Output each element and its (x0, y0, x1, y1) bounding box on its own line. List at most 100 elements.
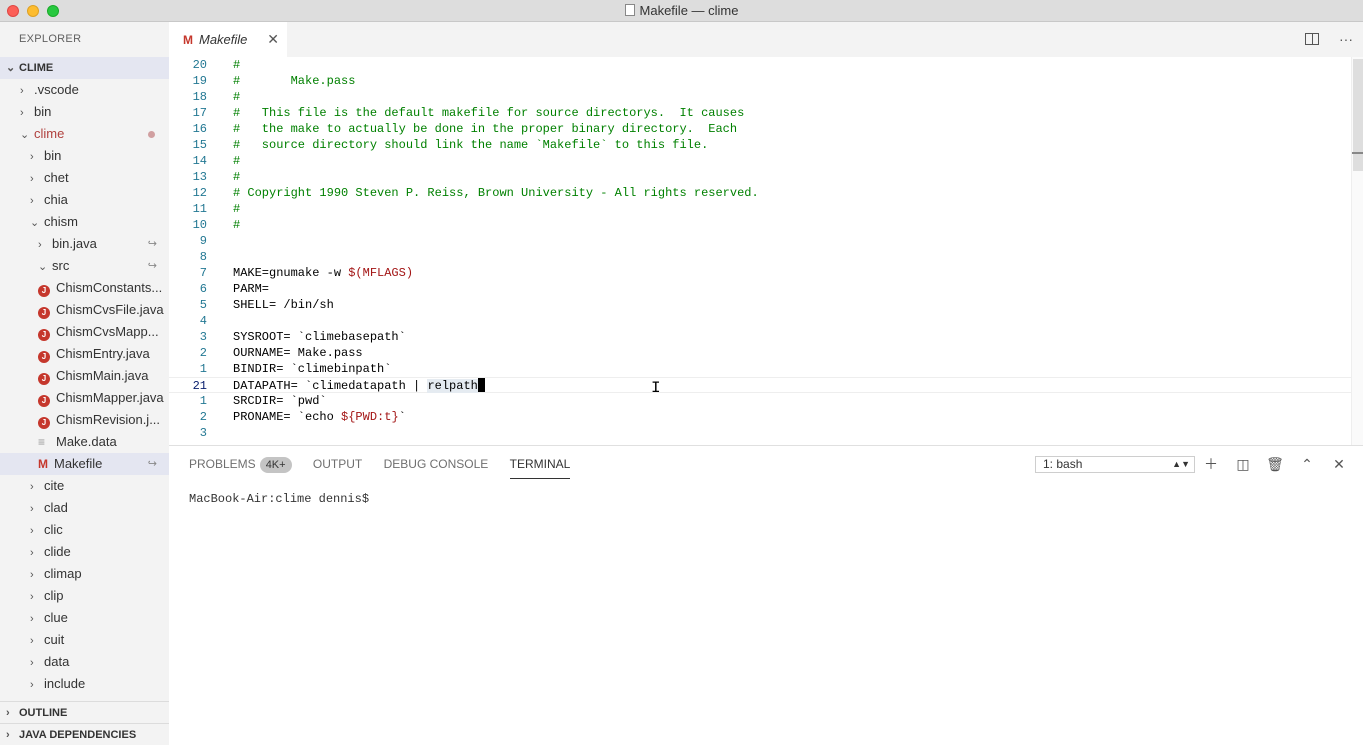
code-line[interactable]: 3 SYSROOT= `climebasepath` (169, 329, 1363, 345)
line-number: 4 (199, 314, 207, 328)
split-terminal-icon[interactable]: ◫ (1227, 446, 1259, 482)
code-line[interactable]: 11 # (169, 201, 1363, 217)
code-line[interactable]: 1 BINDIR= `climebinpath` (169, 361, 1363, 377)
code-line[interactable]: 6 PARM= (169, 281, 1363, 297)
tree-item[interactable]: › data (0, 651, 169, 673)
makefile-icon: M (183, 33, 193, 47)
tree-item[interactable]: › chet (0, 167, 169, 189)
highlighted-word: relpath (427, 379, 478, 393)
tree-item[interactable]: › chia (0, 189, 169, 211)
editor-scrollbar[interactable] (1351, 57, 1363, 445)
tree-item[interactable]: › .vscode (0, 79, 169, 101)
scrollbar-thumb[interactable] (1353, 59, 1363, 171)
tree-item[interactable]: › bin.java ↪ (0, 233, 169, 255)
code-line[interactable]: 7 MAKE=gnumake -w $(MFLAGS) (169, 265, 1363, 281)
code-line[interactable]: 1 SRCDIR= `pwd` (169, 393, 1363, 409)
line-number: 3 (199, 426, 207, 440)
tree-item[interactable]: M Makefile ↪ (0, 453, 169, 475)
tree-item[interactable]: J ChismCvsMapp... (0, 321, 169, 343)
code-line[interactable]: 19 # Make.pass (169, 73, 1363, 89)
outline-section[interactable]: › OUTLINE (0, 701, 169, 723)
tree-item[interactable]: › cuit (0, 629, 169, 651)
code-line[interactable]: 18 # (169, 89, 1363, 105)
code-line[interactable]: 20 # (169, 57, 1363, 73)
line-number: 2 (199, 346, 207, 360)
chevron-right-icon: › (30, 481, 34, 493)
code-line[interactable]: 17 # This file is the default makefile fo… (169, 105, 1363, 121)
tree-item[interactable]: J ChismConstants... (0, 277, 169, 299)
line-text: OURNAME= Make.pass (233, 345, 363, 361)
chevron-right-icon: › (30, 569, 34, 581)
tree-item[interactable]: J ChismCvsFile.java (0, 299, 169, 321)
code-line[interactable]: 21 DATAPATH= `climedatapath | relpath (169, 377, 1363, 393)
java-file-icon: J (38, 395, 50, 407)
tree-item[interactable]: › cite (0, 475, 169, 497)
line-text: SYSROOT= `climebasepath` (233, 329, 406, 345)
workspace-root-section[interactable]: ⌄ CLIME (0, 57, 169, 79)
line-text: # This file is the default makefile for … (233, 105, 744, 121)
terminal-output[interactable]: MacBook-Air:clime dennis$ (189, 492, 369, 506)
tree-item-label: ChismRevision.j... (56, 412, 161, 427)
tab-debug-console[interactable]: DEBUG CONSOLE (384, 446, 489, 482)
close-tab-icon[interactable]: ✕ (267, 22, 279, 57)
tree-item[interactable]: › clic (0, 519, 169, 541)
tab-terminal[interactable]: TERMINAL (509, 446, 570, 482)
tree-item-label: Makefile (54, 456, 103, 471)
code-text: SRCDIR= `pwd` (233, 394, 327, 408)
tree-item[interactable]: › clue (0, 607, 169, 629)
tree-item[interactable]: › bin (0, 101, 169, 123)
java-dependencies-section[interactable]: › JAVA DEPENDENCIES (0, 723, 169, 745)
line-number: 21 (192, 379, 207, 393)
tree-item[interactable]: › bin (0, 145, 169, 167)
line-number: 9 (199, 234, 207, 248)
code-line[interactable]: 9 (169, 233, 1363, 249)
tree-item[interactable]: J ChismMapper.java (0, 387, 169, 409)
code-editor[interactable]: 20 #19 # Make.pass 18 #17 # This file is the … (169, 57, 1363, 445)
tree-item[interactable]: ≡ Make.data (0, 431, 169, 453)
tree-item[interactable]: › climap (0, 563, 169, 585)
code-line[interactable]: 10 # (169, 217, 1363, 233)
tree-item[interactable]: ⌄ src ↪ (0, 255, 169, 277)
chevron-right-icon: › (6, 707, 10, 719)
tab-output[interactable]: OUTPUT (313, 446, 362, 482)
tree-item[interactable]: › clip (0, 585, 169, 607)
tree-item[interactable]: J ChismMain.java (0, 365, 169, 387)
maximize-panel-icon[interactable]: ⌃ (1291, 446, 1323, 482)
code-text: MAKE=gnumake -w (233, 266, 349, 280)
code-line[interactable]: 13 # (169, 169, 1363, 185)
tree-item[interactable]: J ChismRevision.j... (0, 409, 169, 431)
close-panel-icon[interactable]: ✕ (1323, 446, 1355, 482)
code-line[interactable]: 3 (169, 425, 1363, 441)
tree-item[interactable]: › clide (0, 541, 169, 563)
split-editor-icon[interactable] (1305, 33, 1320, 45)
tree-item[interactable]: › include (0, 673, 169, 695)
tree-item[interactable]: › clad (0, 497, 169, 519)
code-line[interactable]: 16 # the make to actually be done in the … (169, 121, 1363, 137)
code-line[interactable]: 4 (169, 313, 1363, 329)
tab-makefile[interactable]: M Makefile ✕ (169, 22, 287, 57)
explorer-sidebar: EXPLORER ⌄ CLIME › .vscode › bin ⌄ clime › bin › c… (0, 22, 169, 745)
tab-problems[interactable]: PROBLEMS 4K+ (189, 446, 292, 482)
code-line[interactable]: 15 # source directory should link the nam… (169, 137, 1363, 153)
tree-item-label: clic (44, 522, 63, 537)
tree-item[interactable]: ⌄ chism (0, 211, 169, 233)
java-file-icon: J (38, 285, 50, 297)
code-line[interactable]: 5 SHELL= /bin/sh (169, 297, 1363, 313)
tree-item[interactable]: ⌄ clime (0, 123, 169, 145)
code-line[interactable]: 2 OURNAME= Make.pass (169, 345, 1363, 361)
code-line[interactable]: 12 # Copyright 1990 Steven P. Reiss, Brow… (169, 185, 1363, 201)
trash-icon[interactable]: 🗑 (1259, 446, 1291, 482)
terminal-select[interactable]: 1: bash ▲▼ (1035, 456, 1195, 473)
new-terminal-icon[interactable]: ＋ (1195, 446, 1227, 482)
line-number: 11 (192, 202, 207, 216)
java-file-icon: J (38, 307, 50, 319)
tree-item-label: ChismMain.java (56, 368, 149, 383)
code-line[interactable]: 14 # (169, 153, 1363, 169)
java-file-icon: J (38, 351, 50, 363)
tree-item[interactable]: J ChismEntry.java (0, 343, 169, 365)
code-text: # (233, 218, 241, 232)
code-line[interactable]: 8 (169, 249, 1363, 265)
more-actions-icon[interactable]: ··· (1339, 31, 1353, 47)
line-text: # Make.pass (233, 73, 355, 89)
code-line[interactable]: 2 PRONAME= `echo ${PWD:t}` (169, 409, 1363, 425)
